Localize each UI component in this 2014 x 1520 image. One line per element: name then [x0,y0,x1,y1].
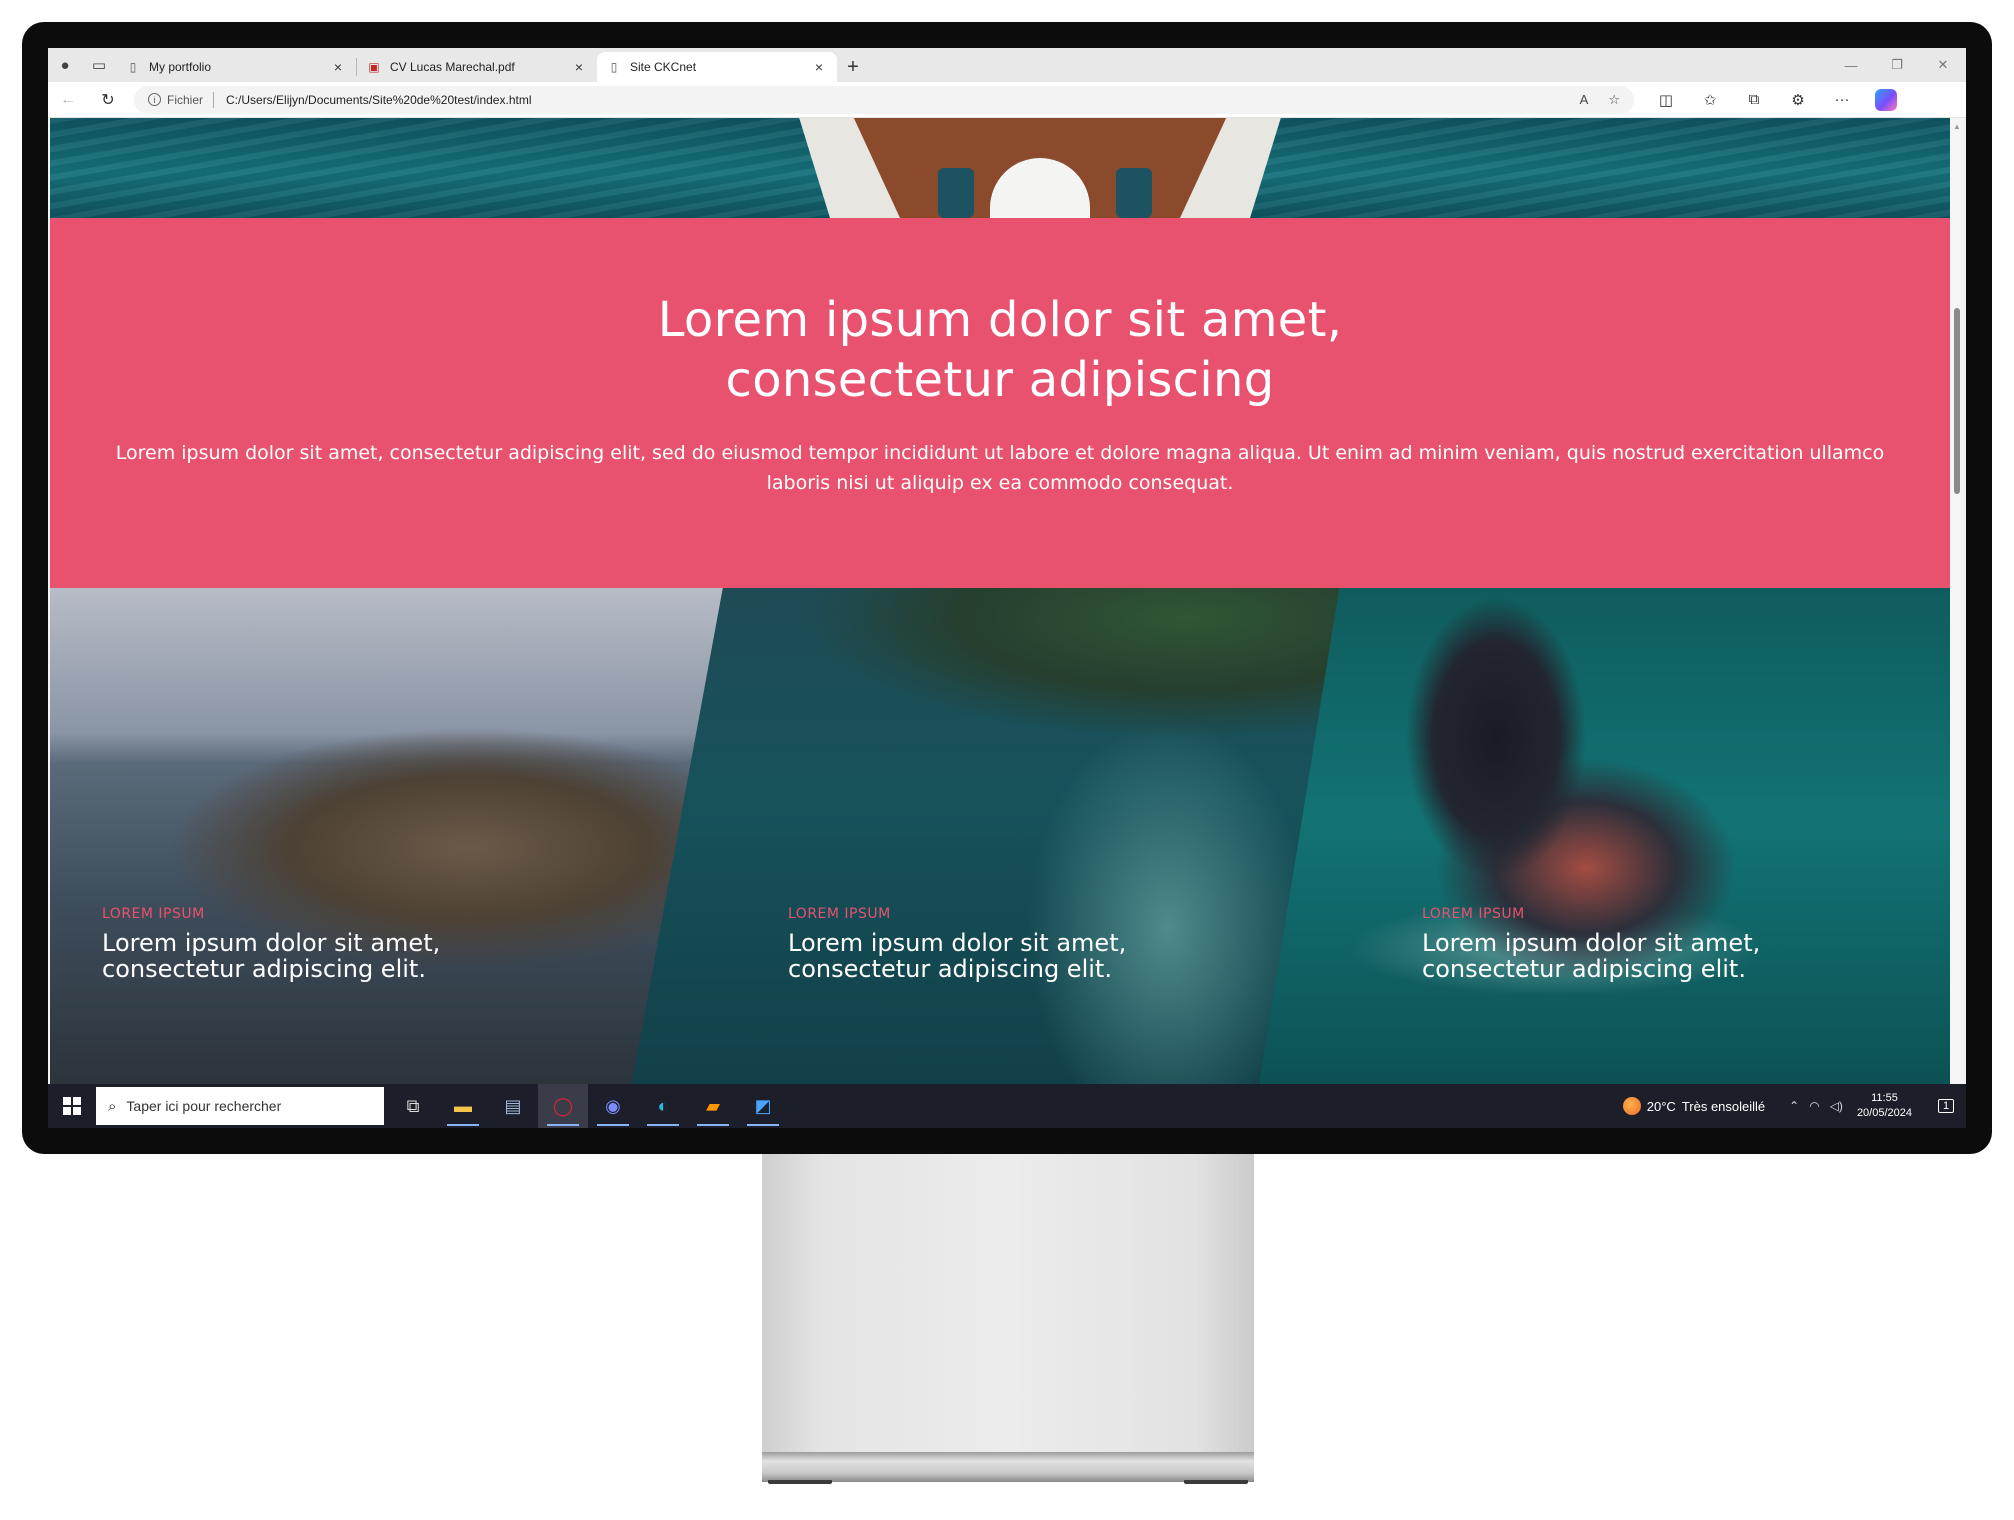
monitor-stand [762,1154,1254,1456]
weather-widget[interactable]: 20°C Très ensoleillé [1622,1097,1766,1115]
notification-count: 1 [1937,1099,1955,1113]
clock-date: 20/05/2024 [1856,1107,1912,1119]
boat-seat [938,168,974,218]
tab-title: My portfolio [149,60,212,74]
wifi-icon[interactable]: ◠ [1809,1099,1819,1113]
favorite-star-icon[interactable]: ☆ [1608,92,1620,108]
intro-title-line1: Lorem ipsum dolor sit amet, [657,292,1343,348]
tab-title: CV Lucas Marechal.pdf [390,60,515,74]
weather-temp: 20°C [1646,1098,1676,1114]
screen: ● ▭ ▯ My portfolio × ▣ CV Lucas Marechal… [48,48,1966,1128]
search-icon: ⌕ [108,1097,117,1115]
address-bar: ← ↻ i Fichier C:/Users/Elijyn/Documents/… [48,82,1966,118]
card-title: Lorem ipsum dolor sit amet, consectetur … [102,929,441,983]
read-aloud-icon[interactable]: A [1580,92,1589,108]
tray-icons: ⌃ ◠ ◁) [1789,1099,1843,1113]
card-grid: LOREM IPSUM Lorem ipsum dolor sit amet, … [50,588,1950,1104]
minimize-icon[interactable]: — [1828,48,1874,82]
tab-cv-pdf[interactable]: ▣ CV Lucas Marechal.pdf × [357,52,597,82]
windows-icon [63,1097,81,1115]
new-tab-button[interactable]: + [837,52,869,82]
divider [213,91,215,108]
scroll-up-icon[interactable]: ▲ [1953,122,1961,131]
card-kicker: LOREM IPSUM [1422,906,1525,922]
opera-icon[interactable]: ◯ [538,1084,588,1128]
file-explorer-icon[interactable]: ▬ [438,1084,488,1128]
scrollbar-thumb[interactable] [1954,308,1960,494]
info-icon[interactable]: i [148,93,161,106]
page-viewport: Lorem ipsum dolor sit amet, consectetur … [50,118,1950,1104]
restore-icon[interactable]: ❐ [1874,48,1920,82]
taskbar-apps: ⧉ ▬ ▤ ◯ ◉ ◐ ▰ ◩ [388,1084,788,1128]
intro-body: Lorem ipsum dolor sit amet, consectetur … [115,442,1885,494]
copilot-icon[interactable] [1875,88,1897,111]
page-scrollbar[interactable]: ▲ ▼ [1950,118,1964,1104]
start-button[interactable] [48,1084,96,1128]
card-title: Lorem ipsum dolor sit amet, consectetur … [1422,929,1761,983]
task-view-icon[interactable]: ⧉ [388,1084,438,1128]
stand-foot-right [1184,1480,1248,1484]
clock[interactable]: 11:55 20/05/2024 [1857,1091,1912,1121]
back-arrow-icon[interactable]: ← [48,82,88,118]
taskbar-search[interactable]: ⌕ Taper ici pour rechercher [96,1087,384,1125]
toolbar: ◫ ✩ ⧉ ⚙ ··· [1644,82,1908,118]
photos-icon[interactable]: ▤ [488,1084,538,1128]
taskbar: ⌕ Taper ici pour rechercher ⧉ ▬ ▤ ◯ ◉ ◐ … [48,1084,1966,1128]
weather-condition: Très ensoleillé [1681,1098,1766,1114]
page-icon: ▯ [129,60,137,74]
page-icon: ▯ [610,60,618,74]
notification-icon[interactable]: 1 [1926,1084,1966,1128]
more-menu-icon[interactable]: ··· [1820,82,1864,118]
boat-seat [1116,168,1152,218]
pdf-icon: ▣ [368,60,380,74]
url-actions: A ☆ [1580,92,1620,108]
volume-icon[interactable]: ◁) [1830,1099,1843,1113]
intro-title-line2: consectetur adipiscing [725,352,1275,408]
card-text: LOREM IPSUM Lorem ipsum dolor sit amet, … [102,906,462,982]
close-window-icon[interactable]: ✕ [1920,48,1966,82]
collections-icon[interactable]: ⧉ [1732,82,1776,118]
stand-foot-left [768,1480,832,1484]
tab-site-ckcnet[interactable]: ▯ Site CKCnet × [597,52,837,82]
monitor-stand-base [762,1452,1254,1482]
reload-icon[interactable]: ↻ [88,82,128,118]
favorites-icon[interactable]: ✩ [1688,82,1732,118]
intro-title: Lorem ipsum dolor sit amet, consectetur … [50,290,1950,410]
tab-actions-icon[interactable]: ▭ [82,48,116,82]
card-kicker: LOREM IPSUM [788,906,891,922]
close-icon[interactable]: × [330,59,346,75]
edge-icon[interactable]: ◐ [638,1084,688,1128]
tab-bar: ● ▭ ▯ My portfolio × ▣ CV Lucas Marechal… [48,48,1966,82]
card-diver[interactable]: LOREM IPSUM Lorem ipsum dolor sit amet, … [1256,588,1950,1104]
url-scheme-label: Fichier [167,92,204,107]
discord-icon[interactable]: ◉ [588,1084,638,1128]
url-field[interactable]: i Fichier C:/Users/Elijyn/Documents/Site… [134,85,1634,114]
sun-icon [1622,1097,1641,1115]
chevron-up-icon[interactable]: ⌃ [1789,1099,1799,1113]
search-placeholder: Taper ici pour rechercher [126,1098,282,1114]
close-icon[interactable]: × [571,59,587,75]
card-text: LOREM IPSUM Lorem ipsum dolor sit amet, … [788,906,1148,982]
extensions-icon[interactable]: ⚙ [1776,82,1820,118]
intro-band: Lorem ipsum dolor sit amet, consectetur … [50,218,1950,588]
card-title: Lorem ipsum dolor sit amet, consectetur … [788,929,1127,983]
split-screen-icon[interactable]: ◫ [1644,82,1688,118]
card-kicker: LOREM IPSUM [102,906,205,922]
hero-image [50,118,1950,238]
close-icon[interactable]: × [811,59,827,75]
window-controls: — ❐ ✕ [1828,48,1966,82]
card-text: LOREM IPSUM Lorem ipsum dolor sit amet, … [1422,906,1782,982]
url-text[interactable]: C:/Users/Elijyn/Documents/Site%20de%20te… [226,93,531,107]
profile-icon[interactable]: ● [48,48,82,82]
tab-title: Site CKCnet [630,60,697,74]
sublime-text-icon[interactable]: ▰ [688,1084,738,1128]
system-tray: 20°C Très ensoleillé ⌃ ◠ ◁) 11:55 20/05/… [1622,1084,1966,1128]
clock-time: 11:55 [1871,1092,1898,1104]
tab-my-portfolio[interactable]: ▯ My portfolio × [116,52,356,82]
paint-icon[interactable]: ◩ [738,1084,788,1128]
